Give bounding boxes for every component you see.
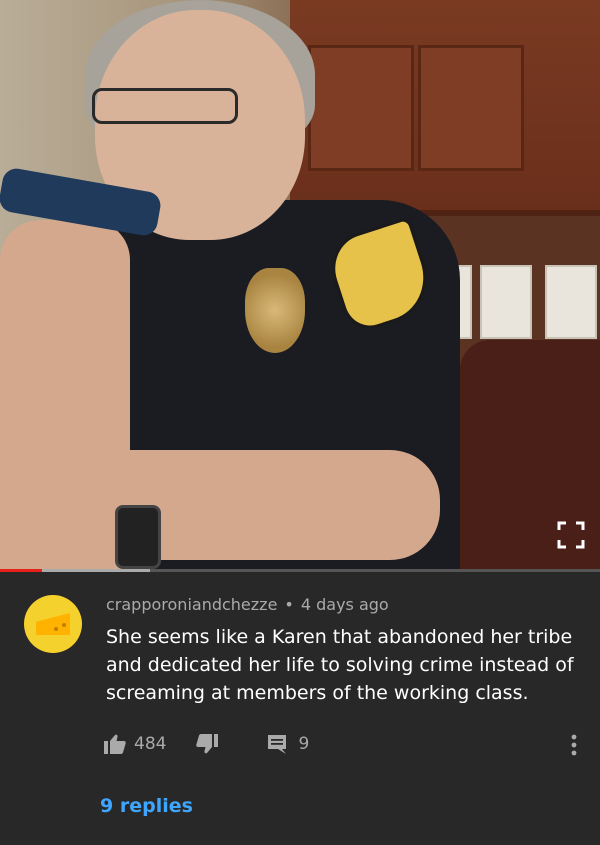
thumbs-up-icon (104, 734, 126, 754)
like-button[interactable] (104, 734, 126, 754)
police-badge (245, 268, 305, 353)
comment-time: 4 days ago (300, 595, 389, 614)
comment-author[interactable]: crapporoniandchezze (106, 595, 277, 614)
background-cabinet (290, 0, 600, 216)
progress-fill (0, 569, 42, 572)
cheese-hole (62, 623, 66, 627)
comment-text: She seems like a Karen that abandoned he… (106, 626, 574, 704)
officer-glasses (92, 88, 238, 124)
comment-actions: 484 9 (104, 732, 309, 756)
smartwatch (115, 505, 161, 569)
comment-meta: crapporoniandchezze • 4 days ago (106, 595, 389, 614)
fullscreen-icon[interactable] (557, 521, 585, 549)
progress-bar[interactable] (0, 569, 600, 572)
reply-count: 9 (298, 734, 310, 754)
avatar[interactable] (24, 595, 82, 653)
progress-buffer (42, 569, 150, 572)
like-count: 484 (134, 734, 167, 754)
comment-card: crapporoniandchezze • 4 days ago She seems… (0, 573, 600, 845)
comment-icon (268, 735, 287, 754)
thumbs-down-icon (196, 734, 219, 754)
meta-separator: • (284, 595, 294, 614)
view-replies-link[interactable]: 9 replies (100, 795, 193, 817)
cheese-hole (54, 627, 58, 631)
background-picture (480, 265, 532, 339)
video-player[interactable] (0, 0, 600, 572)
cabinet-door (418, 45, 524, 171)
more-options-icon[interactable] (570, 733, 578, 757)
dislike-button[interactable] (196, 734, 219, 754)
cabinet-door (308, 45, 414, 171)
reply-button[interactable] (266, 733, 288, 755)
background-picture (545, 265, 597, 339)
